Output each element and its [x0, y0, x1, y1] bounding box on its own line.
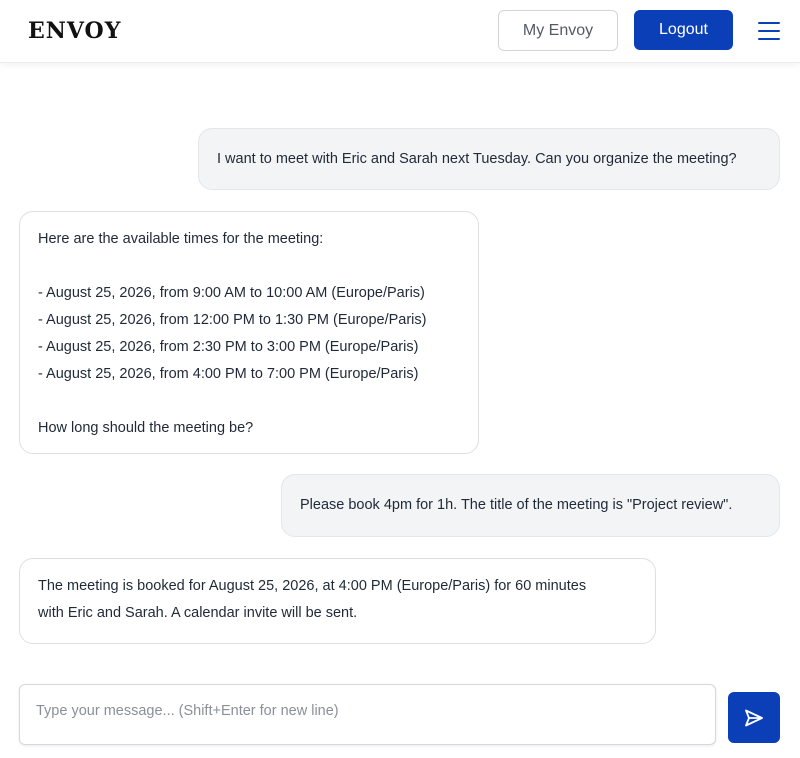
message-text: The meeting is booked for August 25, 202… [38, 578, 587, 594]
message-text: Here are the available times for the mee… [38, 231, 324, 247]
my-envoy-button[interactable]: My Envoy [498, 10, 618, 51]
send-button[interactable] [728, 692, 780, 743]
message-composer [19, 684, 716, 745]
send-icon [745, 709, 763, 726]
assistant-message: Here are the available times for the mee… [19, 211, 479, 454]
time-slot-option: - August 25, 2026, from 2:30 PM to 3:00 … [38, 339, 419, 355]
user-message: I want to meet with Eric and Sarah next … [198, 128, 780, 190]
message-text: I want to meet with Eric and Sarah next … [217, 151, 737, 167]
message-text: with Eric and Sarah. A calendar invite w… [38, 605, 358, 621]
assistant-message: The meeting is booked for August 25, 202… [19, 558, 656, 644]
message-input[interactable] [20, 685, 715, 744]
top-bar: ENVOY My Envoy Logout [0, 0, 800, 63]
user-message: Please book 4pm for 1h. The title of the… [281, 474, 780, 537]
brand-logo[interactable]: ENVOY [28, 18, 121, 44]
message-text: How long should the meeting be? [38, 420, 254, 436]
logout-button[interactable]: Logout [634, 10, 733, 50]
hamburger-menu-icon[interactable] [758, 22, 780, 40]
time-slot-option: - August 25, 2026, from 9:00 AM to 10:00… [38, 285, 425, 301]
message-text: Please book 4pm for 1h. The title of the… [300, 497, 733, 513]
time-slot-option: - August 25, 2026, from 4:00 PM to 7:00 … [38, 366, 419, 382]
time-slot-option: - August 25, 2026, from 12:00 PM to 1:30… [38, 312, 427, 328]
